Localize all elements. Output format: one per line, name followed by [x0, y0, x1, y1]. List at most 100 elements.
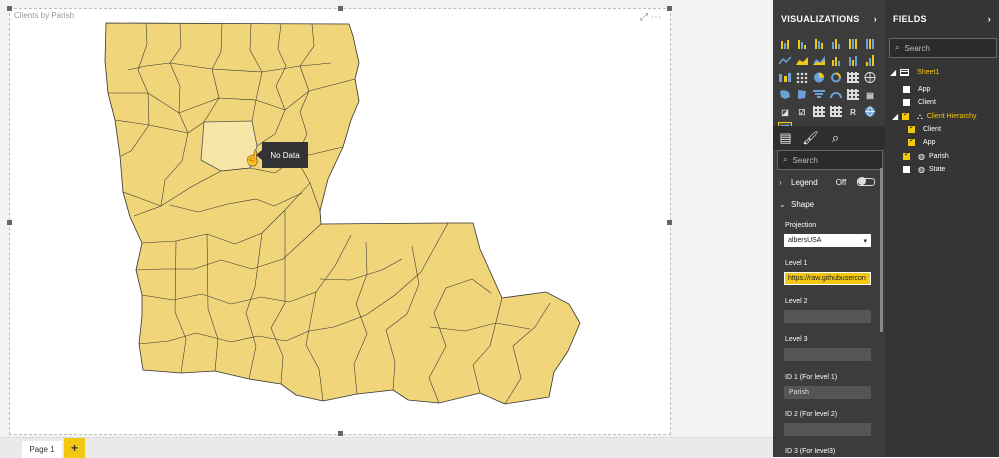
- checkbox[interactable]: [903, 86, 910, 93]
- globe-icon: ◍: [918, 152, 925, 161]
- format-icon[interactable]: 🖌: [798, 126, 823, 152]
- globe-icon[interactable]: [864, 106, 876, 117]
- visualizations-header: VISUALIZATIONS ›: [773, 0, 885, 38]
- r-script-icon[interactable]: R: [847, 106, 859, 117]
- chevron-right-icon[interactable]: ›: [988, 14, 991, 24]
- kpi-icon[interactable]: ◪: [779, 106, 791, 117]
- fields-title: FIELDS: [893, 14, 927, 24]
- shape-label: Shape: [791, 199, 815, 209]
- chevron-right-icon[interactable]: ›: [874, 14, 877, 24]
- pane-mode-tabs: ▤ 🖌 ⌕: [773, 126, 885, 152]
- checkbox-checked[interactable]: [908, 123, 915, 133]
- table-icon[interactable]: [813, 106, 825, 117]
- slicer-icon[interactable]: ☑: [796, 106, 808, 117]
- format-search-input[interactable]: ⌕ Search: [777, 150, 883, 170]
- report-page[interactable]: Clients by Parish ⤢⋯ No Data ☝: [7, 6, 672, 436]
- visualizations-title: VISUALIZATIONS: [781, 14, 860, 24]
- legend-label: Legend: [791, 177, 818, 187]
- id3-label: ID 3 (For level3): [785, 448, 836, 455]
- visualizations-pane: VISUALIZATIONS › ▤ ◪ ☑ R ⋯: [773, 0, 885, 457]
- field-client[interactable]: Client: [903, 97, 981, 108]
- checkbox-checked[interactable]: [902, 110, 910, 120]
- fields-icon[interactable]: ▤: [773, 126, 798, 150]
- clustered-column-icon[interactable]: [830, 38, 842, 49]
- chevron-down-icon[interactable]: ⌄: [779, 200, 787, 209]
- id1-label: ID 1 (For level 1): [785, 374, 838, 381]
- table-icon: [900, 69, 910, 76]
- id2-label: ID 2 (For level 2): [785, 411, 838, 418]
- level3-input[interactable]: [784, 348, 871, 361]
- page-tabs: Page 1 +: [0, 437, 773, 458]
- percent-bar-icon[interactable]: [847, 38, 859, 49]
- checkbox-checked[interactable]: [903, 150, 910, 160]
- level3-label: Level 3: [785, 336, 808, 343]
- matrix-icon[interactable]: [830, 106, 842, 117]
- area-chart-icon[interactable]: [796, 55, 808, 66]
- shape-map-icon[interactable]: [796, 89, 808, 100]
- treemap-icon[interactable]: [847, 72, 859, 83]
- format-scrollbar[interactable]: [880, 168, 883, 332]
- fields-search-input[interactable]: ⌕ Search: [889, 38, 997, 58]
- field-hierarchy-app[interactable]: App: [908, 136, 981, 148]
- legend-toggle[interactable]: [857, 177, 875, 186]
- stacked-bar-icon[interactable]: [779, 38, 791, 49]
- fields-pane: FIELDS › ⌕ Search ◢ Sheet1 App Client ◢ …: [885, 0, 999, 457]
- field-hierarchy-client[interactable]: Client: [908, 123, 981, 135]
- stacked-column-icon[interactable]: [796, 38, 808, 49]
- visual-types-grid: ▤ ◪ ☑ R ⋯: [778, 38, 883, 137]
- line-clustered-column-icon[interactable]: [847, 55, 859, 66]
- level2-input[interactable]: [784, 310, 871, 323]
- table-sheet1[interactable]: ◢ Sheet1: [890, 67, 980, 78]
- funnel-icon[interactable]: [813, 89, 825, 100]
- shape-section[interactable]: ⌄ Shape: [779, 195, 875, 213]
- analytics-icon[interactable]: ⌕: [823, 126, 848, 150]
- multi-row-card-icon[interactable]: ▤: [864, 89, 876, 100]
- level1-input[interactable]: https://raw.githubusercon: [784, 272, 871, 285]
- checkbox-checked[interactable]: [908, 136, 915, 146]
- field-app[interactable]: App: [903, 84, 981, 95]
- pie-chart-icon[interactable]: [813, 72, 825, 83]
- legend-section[interactable]: › Legend Off: [779, 173, 875, 191]
- level1-label: Level 1: [785, 260, 808, 267]
- legend-state: Off: [835, 177, 847, 187]
- percent-column-icon[interactable]: [864, 38, 876, 49]
- chevron-down-icon: ▾: [863, 237, 867, 245]
- cursor-icon: ☝: [244, 150, 262, 166]
- projection-label: Projection: [785, 222, 817, 229]
- clustered-bar-icon[interactable]: [813, 38, 825, 49]
- report-canvas: Clients by Parish ⤢⋯ No Data ☝ Page 1 +: [0, 0, 773, 458]
- map-tooltip: No Data: [256, 142, 308, 168]
- filled-map-icon[interactable]: [779, 89, 791, 100]
- projection-select[interactable]: albersUSA ▾: [784, 234, 871, 247]
- search-icon: ⌕: [783, 155, 788, 164]
- collapse-icon[interactable]: ◢: [890, 68, 896, 77]
- page-tab-1[interactable]: Page 1: [22, 441, 62, 458]
- ribbon-chart-icon[interactable]: [779, 72, 791, 83]
- field-parish[interactable]: ◍ Parish: [903, 150, 981, 162]
- field-client-hierarchy[interactable]: ◢ ⛬ Client Hierarchy: [892, 110, 982, 122]
- globe-icon: ◍: [918, 165, 925, 174]
- louisiana-shape[interactable]: [104, 22, 581, 405]
- card-icon[interactable]: [847, 89, 859, 100]
- stacked-area-icon[interactable]: [813, 55, 825, 66]
- checkbox[interactable]: [903, 99, 910, 106]
- parish-map[interactable]: [10, 9, 670, 434]
- fields-header: FIELDS ›: [885, 0, 999, 38]
- add-page-button[interactable]: +: [64, 438, 85, 458]
- map-icon[interactable]: [864, 72, 876, 83]
- scatter-chart-icon[interactable]: [796, 72, 808, 83]
- collapse-icon[interactable]: ◢: [892, 112, 898, 121]
- donut-chart-icon[interactable]: [830, 72, 842, 83]
- line-chart-icon[interactable]: [779, 55, 791, 66]
- field-state[interactable]: ◍ State: [903, 164, 981, 175]
- waterfall-icon[interactable]: [864, 55, 876, 66]
- level2-label: Level 2: [785, 298, 808, 305]
- search-icon: ⌕: [895, 43, 900, 52]
- gauge-icon[interactable]: [830, 89, 842, 100]
- id2-input[interactable]: [784, 423, 871, 436]
- id1-input[interactable]: Parish: [784, 386, 871, 399]
- line-column-icon[interactable]: [830, 55, 842, 66]
- hierarchy-icon: ⛬: [917, 111, 923, 121]
- checkbox[interactable]: [903, 166, 910, 173]
- chevron-right-icon[interactable]: ›: [779, 178, 787, 187]
